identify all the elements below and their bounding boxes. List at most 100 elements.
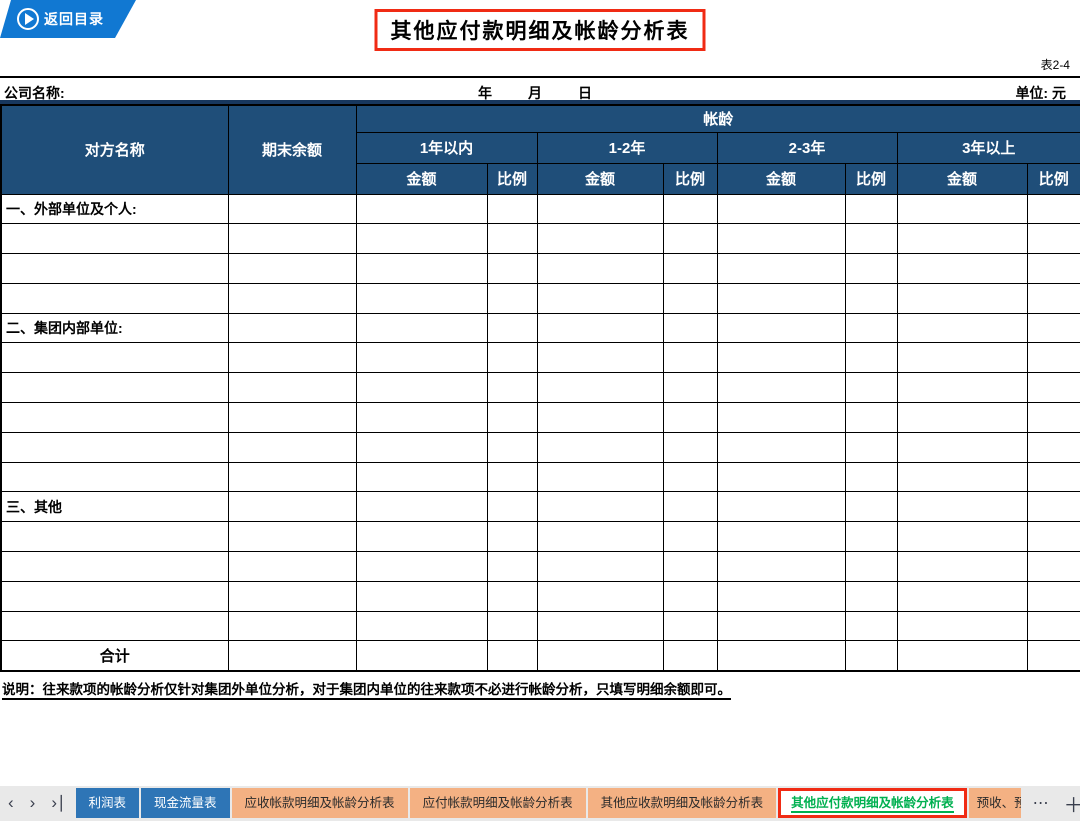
prev-sheet-button[interactable]: ‹ bbox=[8, 788, 14, 818]
data-cell[interactable] bbox=[228, 373, 356, 403]
col-header-counterparty[interactable]: 对方名称 bbox=[1, 105, 228, 194]
data-cell[interactable] bbox=[663, 313, 717, 343]
row-label-cell[interactable] bbox=[1, 343, 228, 373]
data-cell[interactable] bbox=[356, 313, 487, 343]
data-cell[interactable] bbox=[897, 462, 1027, 492]
data-cell[interactable] bbox=[663, 343, 717, 373]
data-cell[interactable] bbox=[663, 611, 717, 641]
col-header-bucket-4[interactable]: 3年以上 bbox=[897, 132, 1080, 163]
data-cell[interactable] bbox=[487, 224, 537, 254]
data-cell[interactable] bbox=[897, 641, 1027, 671]
row-label-cell[interactable] bbox=[1, 283, 228, 313]
return-to-directory-button[interactable]: 返回目录 bbox=[0, 0, 136, 38]
data-cell[interactable] bbox=[717, 611, 845, 641]
data-cell[interactable] bbox=[537, 403, 663, 433]
data-cell[interactable] bbox=[1027, 373, 1080, 403]
col-header-aging[interactable]: 帐龄 bbox=[356, 105, 1080, 132]
data-cell[interactable] bbox=[897, 313, 1027, 343]
data-cell[interactable] bbox=[717, 254, 845, 284]
data-cell[interactable] bbox=[717, 641, 845, 671]
data-cell[interactable] bbox=[717, 432, 845, 462]
data-cell[interactable] bbox=[537, 581, 663, 611]
col-header-ratio[interactable]: 比例 bbox=[1027, 163, 1080, 194]
col-header-ending-balance[interactable]: 期末余额 bbox=[228, 105, 356, 194]
data-cell[interactable] bbox=[487, 462, 537, 492]
data-cell[interactable] bbox=[897, 373, 1027, 403]
data-cell[interactable] bbox=[1027, 224, 1080, 254]
data-cell[interactable] bbox=[356, 283, 487, 313]
row-label-cell[interactable] bbox=[1, 611, 228, 641]
data-cell[interactable] bbox=[845, 283, 897, 313]
col-header-ratio[interactable]: 比例 bbox=[487, 163, 537, 194]
data-cell[interactable] bbox=[356, 343, 487, 373]
sheet-tab[interactable]: 应收帐款明细及帐龄分析表 bbox=[232, 788, 408, 818]
data-cell[interactable] bbox=[897, 224, 1027, 254]
sheet-tab[interactable]: 应付帐款明细及帐龄分析表 bbox=[410, 788, 586, 818]
data-cell[interactable] bbox=[537, 522, 663, 552]
data-cell[interactable] bbox=[663, 552, 717, 582]
data-cell[interactable] bbox=[845, 432, 897, 462]
data-cell[interactable] bbox=[487, 313, 537, 343]
data-cell[interactable] bbox=[537, 194, 663, 224]
data-cell[interactable] bbox=[717, 581, 845, 611]
data-cell[interactable] bbox=[845, 254, 897, 284]
data-cell[interactable] bbox=[845, 224, 897, 254]
data-cell[interactable] bbox=[537, 492, 663, 522]
col-header-amount[interactable]: 金额 bbox=[717, 163, 845, 194]
data-cell[interactable] bbox=[663, 462, 717, 492]
data-cell[interactable] bbox=[537, 462, 663, 492]
data-cell[interactable] bbox=[1027, 641, 1080, 671]
data-cell[interactable] bbox=[845, 343, 897, 373]
data-cell[interactable] bbox=[537, 254, 663, 284]
data-cell[interactable] bbox=[845, 522, 897, 552]
data-cell[interactable] bbox=[1027, 611, 1080, 641]
data-cell[interactable] bbox=[228, 313, 356, 343]
data-cell[interactable] bbox=[717, 492, 845, 522]
data-cell[interactable] bbox=[663, 403, 717, 433]
data-cell[interactable] bbox=[1027, 552, 1080, 582]
col-header-bucket-1[interactable]: 1年以内 bbox=[356, 132, 537, 163]
data-cell[interactable] bbox=[1027, 313, 1080, 343]
data-cell[interactable] bbox=[537, 373, 663, 403]
data-cell[interactable] bbox=[717, 343, 845, 373]
data-cell[interactable] bbox=[897, 492, 1027, 522]
sheet-tab[interactable]: 现金流量表 bbox=[141, 788, 230, 818]
data-cell[interactable] bbox=[228, 194, 356, 224]
data-cell[interactable] bbox=[663, 373, 717, 403]
data-cell[interactable] bbox=[717, 403, 845, 433]
data-cell[interactable] bbox=[356, 492, 487, 522]
data-cell[interactable] bbox=[717, 283, 845, 313]
data-cell[interactable] bbox=[228, 343, 356, 373]
data-cell[interactable] bbox=[356, 254, 487, 284]
data-cell[interactable] bbox=[487, 522, 537, 552]
data-cell[interactable] bbox=[487, 581, 537, 611]
row-label-cell[interactable] bbox=[1, 373, 228, 403]
row-label-cell[interactable] bbox=[1, 224, 228, 254]
data-cell[interactable] bbox=[228, 552, 356, 582]
data-cell[interactable] bbox=[1027, 581, 1080, 611]
data-cell[interactable] bbox=[487, 194, 537, 224]
data-cell[interactable] bbox=[663, 492, 717, 522]
data-cell[interactable] bbox=[717, 462, 845, 492]
data-cell[interactable] bbox=[845, 313, 897, 343]
data-cell[interactable] bbox=[1027, 343, 1080, 373]
data-cell[interactable] bbox=[487, 492, 537, 522]
data-cell[interactable] bbox=[897, 283, 1027, 313]
data-cell[interactable] bbox=[845, 462, 897, 492]
data-cell[interactable] bbox=[228, 522, 356, 552]
data-cell[interactable] bbox=[487, 373, 537, 403]
row-label-cell[interactable] bbox=[1, 522, 228, 552]
more-sheets-button[interactable]: ⋯ bbox=[1033, 793, 1050, 813]
data-cell[interactable] bbox=[228, 611, 356, 641]
data-cell[interactable] bbox=[487, 432, 537, 462]
col-header-bucket-3[interactable]: 2-3年 bbox=[717, 132, 897, 163]
data-cell[interactable] bbox=[897, 522, 1027, 552]
data-cell[interactable] bbox=[487, 254, 537, 284]
data-cell[interactable] bbox=[1027, 283, 1080, 313]
data-cell[interactable] bbox=[897, 552, 1027, 582]
col-header-amount[interactable]: 金额 bbox=[897, 163, 1027, 194]
data-cell[interactable] bbox=[717, 522, 845, 552]
next-sheet-button[interactable]: › bbox=[30, 788, 36, 818]
data-cell[interactable] bbox=[897, 432, 1027, 462]
data-cell[interactable] bbox=[663, 224, 717, 254]
